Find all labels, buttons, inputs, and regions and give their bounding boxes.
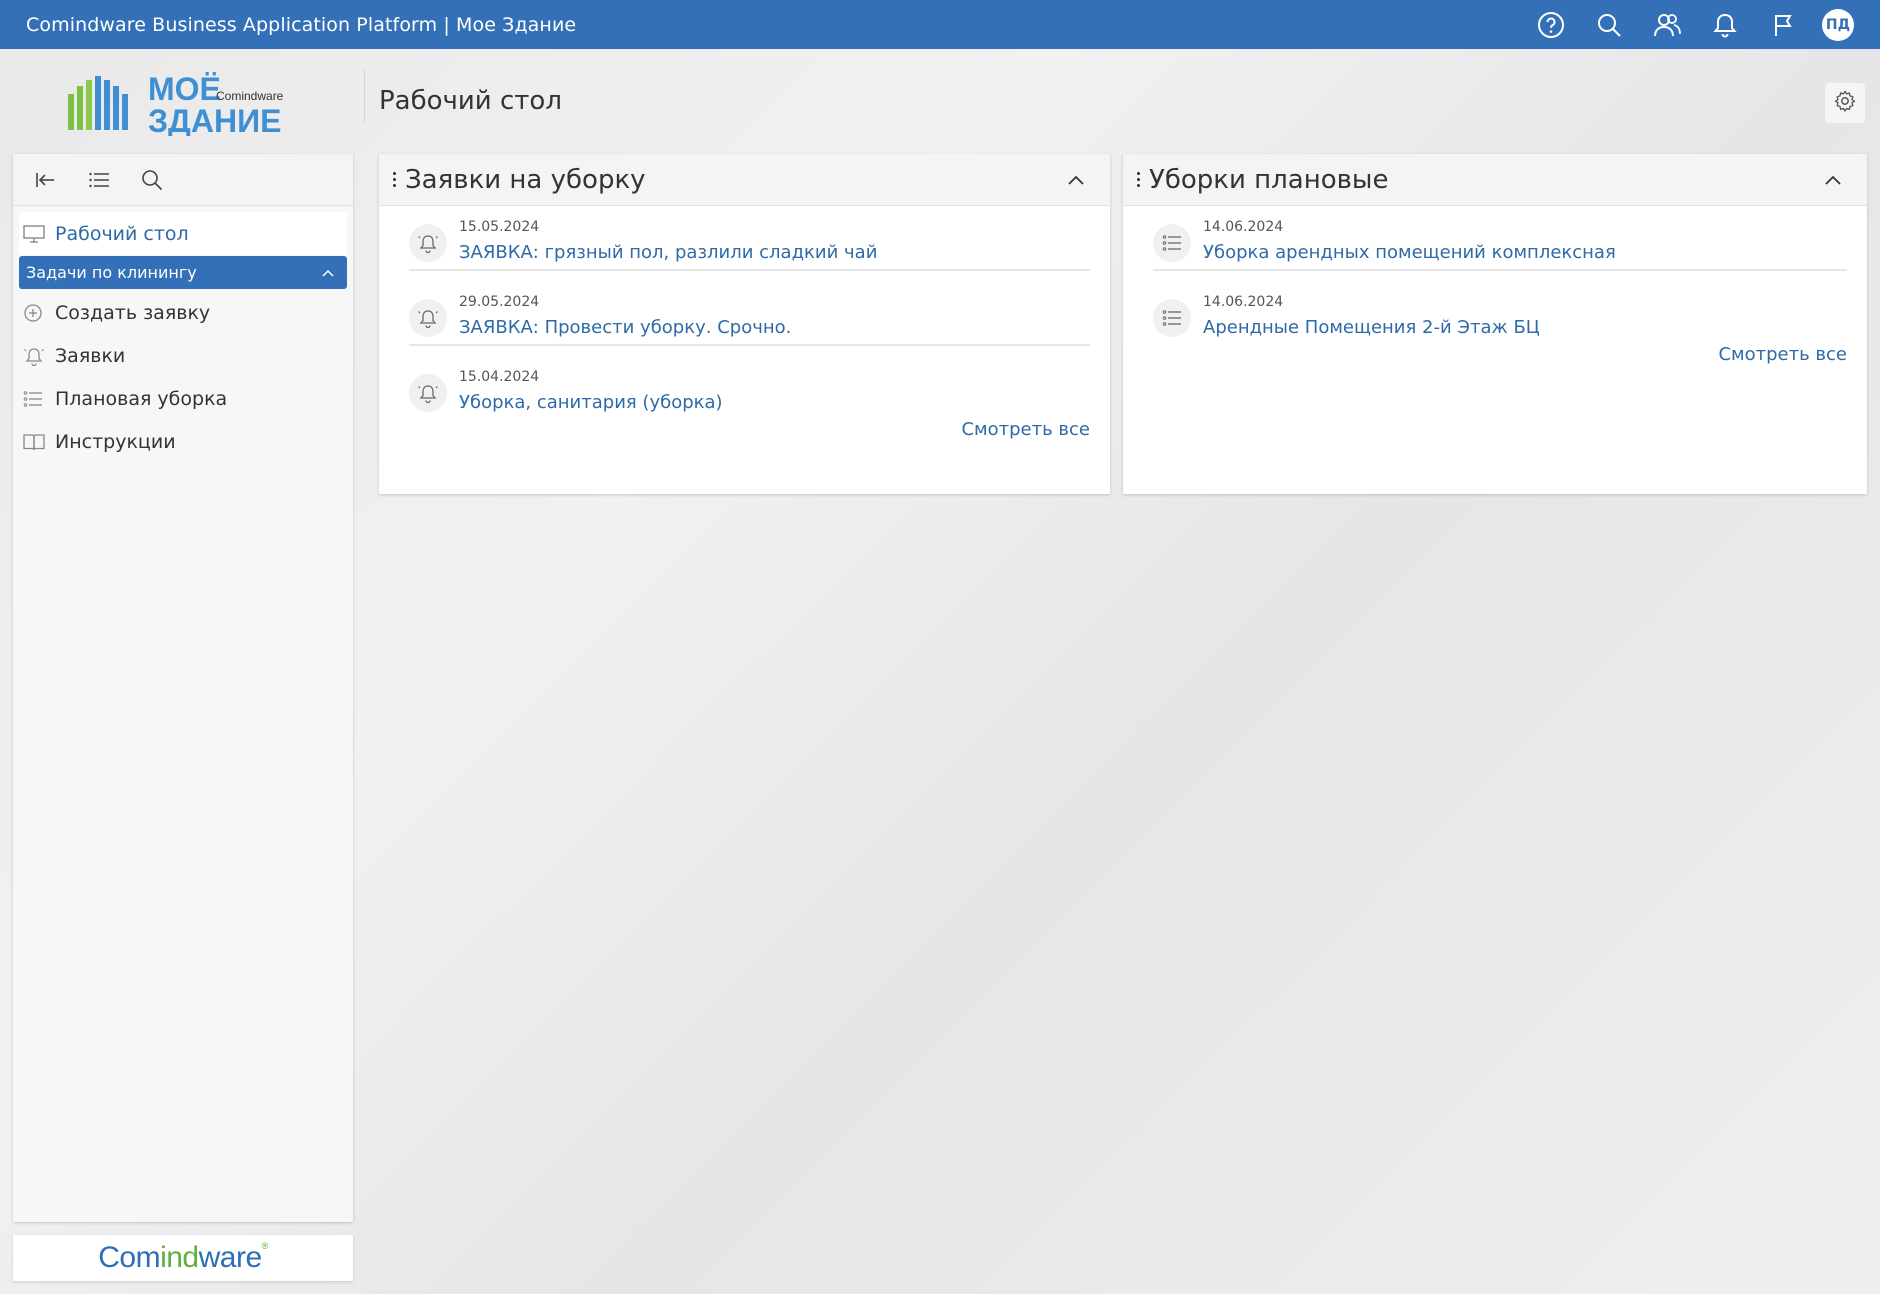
item-link[interactable]: Уборка арендных помещений комплексная xyxy=(1203,242,1616,264)
book-icon xyxy=(23,431,51,453)
item-date: 14.06.2024 xyxy=(1203,219,1284,235)
sidebar-search-icon[interactable] xyxy=(131,160,184,200)
sidebar-group-label: Задачи по клинингу xyxy=(26,263,197,282)
widget-header: Уборки плановые xyxy=(1123,154,1867,206)
bell-icon[interactable] xyxy=(1696,0,1754,49)
widget-cleaning-requests: Заявки на уборку 15.05.2024 ЗАЯВКА: гряз… xyxy=(379,154,1110,494)
page-title: Рабочий стол xyxy=(379,86,562,116)
list-item[interactable]: 29.05.2024 ЗАЯВКА: Провести уборку. Сроч… xyxy=(409,271,1090,346)
chevron-up-icon xyxy=(321,263,335,282)
sidebar: Рабочий стол Задачи по клинингу Создать … xyxy=(13,154,353,1222)
logo-line2: ЗДАНИЕ xyxy=(148,103,281,136)
bell-icon xyxy=(409,299,447,337)
sidebar-group-cleaning[interactable]: Задачи по клинингу xyxy=(19,256,347,289)
item-date: 15.05.2024 xyxy=(459,219,540,235)
chevron-up-icon[interactable] xyxy=(1064,168,1088,192)
sidebar-item-desktop[interactable]: Рабочий стол xyxy=(19,212,347,255)
see-all-link[interactable]: Смотреть все xyxy=(1153,344,1847,365)
widget-title: Заявки на уборку xyxy=(405,164,646,195)
list-view-icon[interactable] xyxy=(78,160,131,200)
brand-part-b: ind xyxy=(160,1241,199,1274)
item-link[interactable]: ЗАЯВКА: Провести уборку. Срочно. xyxy=(459,317,791,339)
flag-icon[interactable] xyxy=(1754,0,1812,49)
list-icon xyxy=(1153,224,1191,262)
drag-handle-icon[interactable] xyxy=(387,172,401,187)
widget-body: 14.06.2024 Уборка арендных помещений ком… xyxy=(1123,206,1867,365)
item-date: 29.05.2024 xyxy=(459,294,540,310)
monitor-icon xyxy=(23,223,51,245)
logo-brand-small: Comindware xyxy=(216,89,284,103)
list-item[interactable]: 15.05.2024 ЗАЯВКА: грязный пол, разлили … xyxy=(409,196,1090,271)
plus-circle-icon xyxy=(23,302,51,324)
item-link[interactable]: Уборка, санитария (уборка) xyxy=(459,392,723,414)
collapse-sidebar-icon[interactable] xyxy=(25,160,78,200)
item-date: 15.04.2024 xyxy=(459,369,540,385)
bell-icon xyxy=(409,374,447,412)
widget-title: Уборки плановые xyxy=(1149,164,1389,195)
list-item[interactable]: 14.06.2024 Арендные Помещения 2-й Этаж Б… xyxy=(1153,271,1847,346)
item-link[interactable]: ЗАЯВКА: грязный пол, разлили сладкий чай xyxy=(459,242,877,264)
sidebar-item-label: Заявки xyxy=(55,344,126,367)
sidebar-item-label: Создать заявку xyxy=(55,301,211,324)
comindware-logo: Comindware® xyxy=(98,1241,268,1274)
brand-part-a: Com xyxy=(98,1241,161,1274)
users-icon[interactable] xyxy=(1638,0,1696,49)
logo-line1: МОЁ xyxy=(148,71,221,107)
sidebar-item-requests[interactable]: Заявки xyxy=(19,334,347,377)
widget-planned-cleanings: Уборки плановые 14.06.2024 Уборка арендн… xyxy=(1123,154,1867,494)
header-divider xyxy=(364,70,365,122)
top-bar-actions: ПД xyxy=(1522,0,1880,49)
list-icon xyxy=(23,388,51,410)
sidebar-item-create-request[interactable]: Создать заявку xyxy=(19,291,347,334)
help-icon[interactable] xyxy=(1522,0,1580,49)
app-logo[interactable]: МОЁ Comindware ЗДАНИЕ xyxy=(66,68,301,139)
drag-handle-icon[interactable] xyxy=(1131,172,1145,187)
list-icon xyxy=(1153,299,1191,337)
sidebar-item-instructions[interactable]: Инструкции xyxy=(19,420,347,463)
sidebar-item-label: Плановая уборка xyxy=(55,387,228,410)
see-all-link[interactable]: Смотреть все xyxy=(409,419,1090,440)
item-link[interactable]: Арендные Помещения 2-й Этаж БЦ xyxy=(1203,317,1540,339)
widget-body: 15.05.2024 ЗАЯВКА: грязный пол, разлили … xyxy=(379,206,1110,440)
list-item[interactable]: 14.06.2024 Уборка арендных помещений ком… xyxy=(1153,196,1847,271)
app-title: Comindware Business Application Platform… xyxy=(26,13,577,36)
list-item[interactable]: 15.04.2024 Уборка, санитария (уборка) xyxy=(409,346,1090,421)
sidebar-toolbar xyxy=(13,154,353,206)
widget-header: Заявки на уборку xyxy=(379,154,1110,206)
search-icon[interactable] xyxy=(1580,0,1638,49)
sidebar-nav: Рабочий стол Задачи по клинингу Создать … xyxy=(13,206,353,463)
settings-button[interactable] xyxy=(1825,83,1865,123)
sidebar-footer: Comindware® xyxy=(13,1235,353,1281)
bell-icon xyxy=(23,345,51,367)
sidebar-item-planned-cleaning[interactable]: Плановая уборка xyxy=(19,377,347,420)
brand-part-c: ware xyxy=(198,1241,263,1274)
sidebar-item-label: Инструкции xyxy=(55,430,176,453)
logo-bars xyxy=(68,76,128,130)
bell-icon xyxy=(409,224,447,262)
gear-icon xyxy=(1834,90,1856,116)
top-bar: Comindware Business Application Platform… xyxy=(0,0,1880,49)
sidebar-item-label: Рабочий стол xyxy=(55,222,189,245)
avatar[interactable]: ПД xyxy=(1822,8,1854,41)
item-date: 14.06.2024 xyxy=(1203,294,1284,310)
chevron-up-icon[interactable] xyxy=(1821,168,1845,192)
